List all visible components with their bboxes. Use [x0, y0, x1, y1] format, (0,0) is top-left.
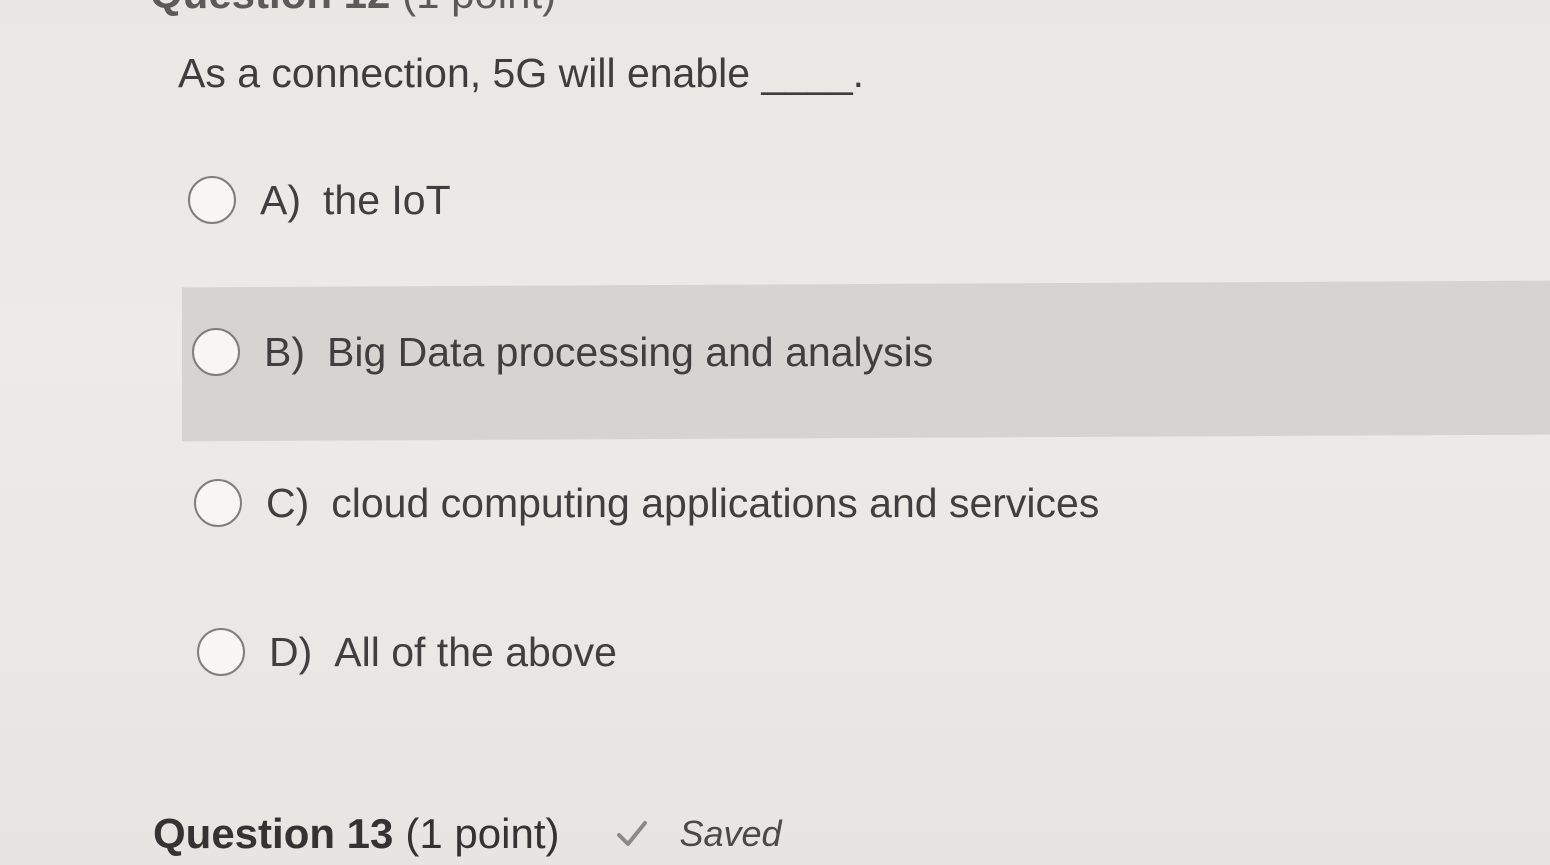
radio-button-c[interactable] — [194, 479, 242, 527]
radio-button-b[interactable] — [192, 328, 240, 376]
option-a[interactable]: A) the IoT — [188, 170, 451, 230]
option-c-label: cloud computing applications and service… — [331, 479, 1100, 526]
radio-button-d[interactable] — [197, 628, 245, 676]
option-c-letter: C) — [266, 479, 310, 526]
next-question-title: Question 13 — [153, 810, 394, 857]
option-d-label: All of the above — [334, 628, 617, 675]
option-a-label: the IoT — [323, 176, 451, 223]
option-b-letter: B) — [264, 328, 305, 375]
option-d-letter: D) — [269, 628, 313, 675]
option-b[interactable]: B) Big Data processing and analysis — [192, 322, 933, 382]
option-c[interactable]: C) cloud computing applications and serv… — [194, 473, 1099, 533]
option-a-letter: A) — [260, 176, 301, 223]
next-question-heading: Question 13 (1 point) Saved — [153, 810, 782, 858]
previous-question-heading: Question 12 (1 point) — [150, 0, 556, 18]
next-question-points: (1 point) — [405, 810, 560, 857]
checkmark-icon — [615, 817, 649, 851]
option-b-label: Big Data processing and analysis — [327, 328, 934, 375]
question-prompt: As a connection, 5G will enable ____. — [178, 50, 865, 96]
option-d[interactable]: D) All of the above — [197, 622, 617, 682]
saved-status: Saved — [679, 813, 782, 854]
previous-question-points: (1 point) — [402, 0, 556, 17]
previous-question-title: Question 12 — [150, 0, 390, 17]
radio-button-a[interactable] — [188, 176, 236, 224]
